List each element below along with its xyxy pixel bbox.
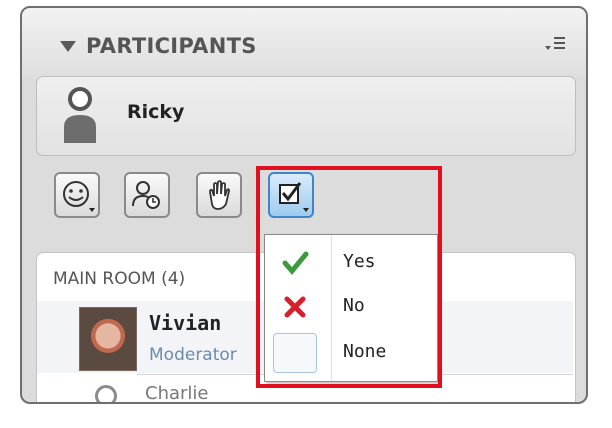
current-user-name: Ricky [127,101,185,123]
pod-header: PARTICIPANTS [22,8,586,78]
pod-title: PARTICIPANTS [86,34,257,58]
raise-hand-button[interactable] [196,172,242,218]
person-clock-icon [132,181,160,209]
participant-role: Moderator [149,345,237,365]
user-photo-icon [79,307,137,371]
room-count: (4) [161,269,186,289]
emoticon-button[interactable] [54,172,100,218]
user-outline-icon [95,385,117,402]
room-name: MAIN ROOM [53,269,156,289]
callout-highlight [256,166,442,388]
my-status-card: Ricky [36,76,576,156]
smiley-icon [63,181,95,212]
participant-name: Vivian [149,311,222,335]
room-header[interactable]: MAIN ROOM (4) [53,269,185,289]
user-silhouette-icon [64,87,96,143]
hand-icon [209,180,230,210]
pod-options-icon[interactable] [544,34,566,54]
away-button[interactable] [124,172,170,218]
participant-name[interactable]: Charlie [145,383,208,402]
collapse-arrow-icon[interactable] [60,41,76,52]
